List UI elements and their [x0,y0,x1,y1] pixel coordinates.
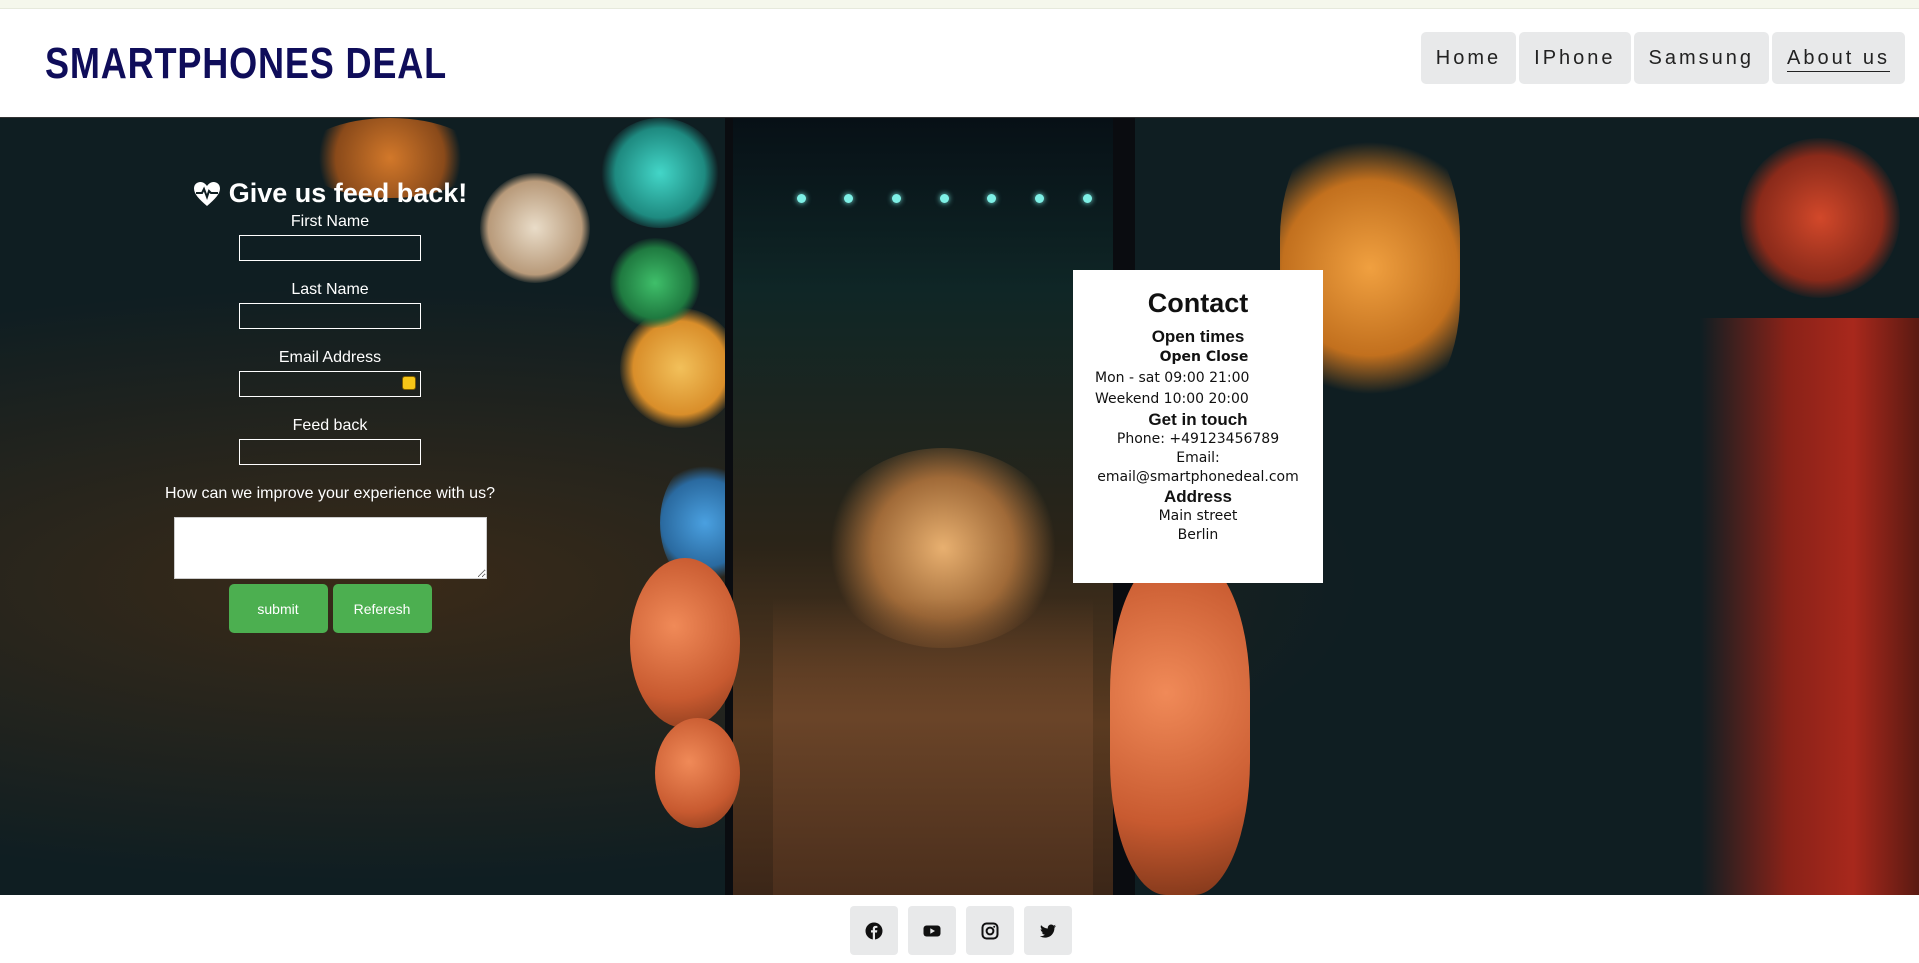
hand-finger [630,558,740,728]
bokeh-light [620,308,740,428]
email-field-wrapper [239,371,421,397]
email-field[interactable] [239,371,421,397]
email-label: Email Address [278,349,382,366]
nav-item-label: Samsung [1648,47,1755,69]
first-name-label: First Name [290,213,370,230]
hours-row-weekend: Weekend 10:00 20:00 [1095,391,1249,407]
facebook-button[interactable] [850,906,898,955]
alley-ground [773,598,1093,895]
feedback-label: Feed back [292,417,368,434]
hours-header: Open Close [1159,349,1249,365]
contact-email[interactable]: email@smartphonedeal.com [1073,468,1323,487]
youtube-button[interactable] [908,906,956,955]
hero-section: Give us feed back! First Name Last Name … [0,118,1919,895]
heartbeat-icon [193,181,220,206]
feedback-heading: Give us feed back! [160,178,500,209]
address-heading: Address [1163,487,1233,506]
submit-button[interactable]: submit [228,584,328,633]
twitter-button[interactable] [1024,906,1072,955]
address-city: Berlin [1177,527,1219,543]
nav-item-samsung[interactable]: Samsung [1633,32,1770,84]
nav-item-home[interactable]: Home [1420,32,1517,84]
open-times-heading: Open times [1151,327,1245,346]
bokeh-light [1740,138,1900,298]
facebook-icon [865,922,883,940]
refresh-button[interactable]: Referesh [332,584,432,633]
last-name-field[interactable] [239,303,421,329]
bokeh-light [610,238,700,328]
contact-title: Contact [1147,288,1249,318]
instagram-icon [981,922,999,939]
last-name-label: Last Name [291,281,369,298]
twitter-icon [1039,924,1056,938]
address-street: Main street [1158,508,1238,524]
feedback-heading-text: Give us feed back! [228,178,468,208]
site-logo[interactable]: SMARTPHONES DEAL [45,39,447,89]
get-in-touch-heading: Get in touch [1148,410,1248,429]
nav-item-label: IPhone [1534,47,1616,69]
contact-email-label: Email: [1176,450,1220,466]
main-nav: Home IPhone Samsung About us [1420,32,1905,84]
hours-row-weekday: Mon - sat 09:00 21:00 [1095,370,1250,386]
string-light [892,194,901,203]
first-name-field[interactable] [239,235,421,261]
top-strip [0,0,1919,9]
bokeh-light [600,118,720,228]
nav-item-label: Home [1435,47,1502,69]
site-footer [0,896,1919,963]
feedback-form: Give us feed back! First Name Last Name … [160,178,500,633]
youtube-icon [923,925,941,936]
autofill-icon[interactable] [402,376,416,390]
string-light [1035,194,1044,203]
improve-question: How can we improve your experience with … [165,485,495,502]
string-light [987,194,996,203]
string-light [940,194,949,203]
form-buttons: submit Referesh [160,584,500,633]
bokeh-light [1700,318,1919,895]
social-links [850,906,1072,955]
site-header: SMARTPHONES DEAL Home IPhone Samsung Abo… [0,9,1919,117]
hand-finger [1110,558,1250,895]
string-light [1083,194,1092,203]
nav-item-about-us[interactable]: About us [1772,32,1905,84]
nav-item-iphone[interactable]: IPhone [1519,32,1631,84]
string-light [844,194,853,203]
hand-finger [655,718,740,828]
string-light [797,194,806,203]
instagram-button[interactable] [966,906,1014,955]
nav-item-label: About us [1787,47,1890,72]
improvement-textarea[interactable] [173,517,487,579]
contact-phone: Phone: +49123456789 [1116,431,1280,447]
feedback-field[interactable] [239,439,421,465]
contact-card: Contact Open times Open Close Mon - sat … [1073,270,1323,583]
